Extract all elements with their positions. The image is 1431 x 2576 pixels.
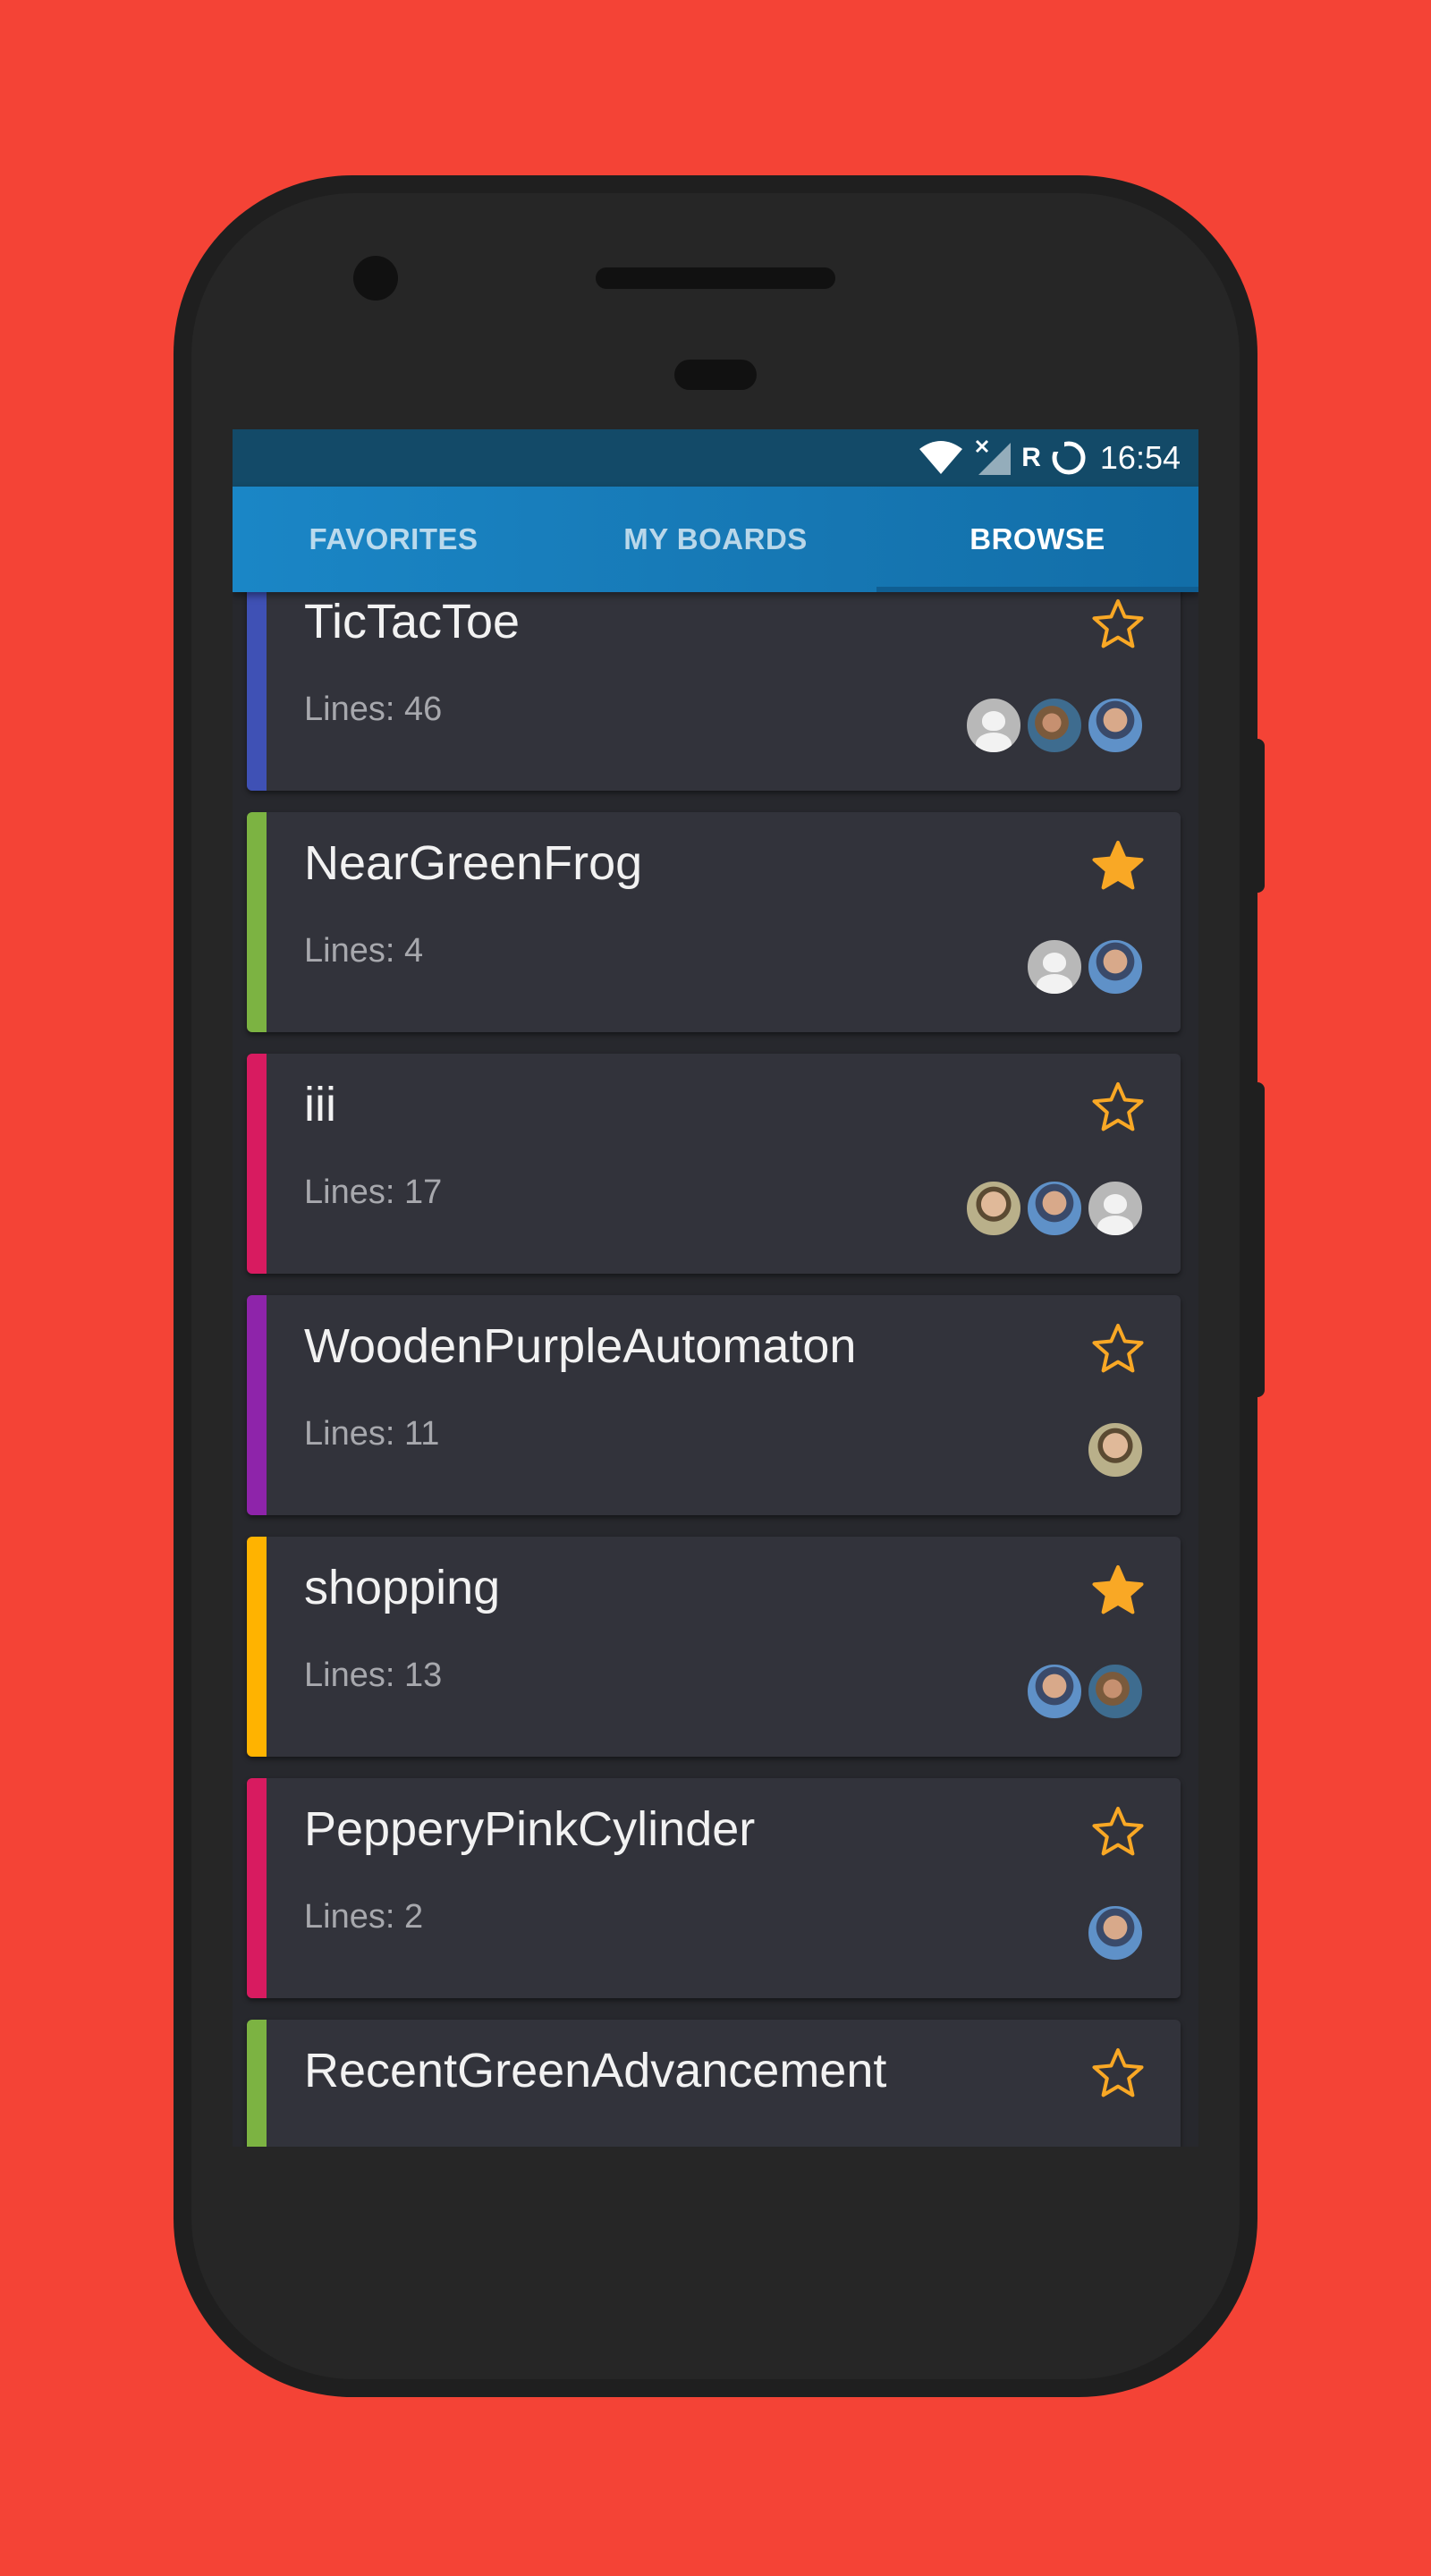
app-screen: R 16:54 FAVORITES MY BOARDS BROWSE TicTa…: [233, 429, 1198, 2147]
star-outline-icon[interactable]: [1091, 1080, 1145, 1134]
star-outline-icon[interactable]: [1091, 1805, 1145, 1859]
board-line-count: Lines: 46: [304, 691, 443, 728]
tab-browse[interactable]: BROWSE: [876, 487, 1198, 592]
avatar-placeholder-icon: [964, 696, 1023, 755]
board-card[interactable]: WoodenPurpleAutomaton Lines: 11: [247, 1295, 1181, 1515]
board-line-count: Lines: 4: [304, 932, 424, 970]
board-color-stripe: [247, 1054, 267, 1274]
board-line-count: Lines: 2: [304, 1898, 424, 1936]
tab-favorites[interactable]: FAVORITES: [233, 487, 555, 592]
sync-icon: [1052, 441, 1086, 475]
avatar: [964, 1179, 1023, 1238]
avatar: [1086, 937, 1145, 996]
board-title: PepperyPinkCylinder: [304, 1802, 756, 1856]
board-title: TicTacToe: [304, 595, 521, 648]
board-card[interactable]: shopping Lines: 13: [247, 1537, 1181, 1757]
star-outline-icon[interactable]: [1091, 1322, 1145, 1376]
tab-my-boards[interactable]: MY BOARDS: [555, 487, 876, 592]
member-avatars: [1023, 937, 1145, 996]
board-color-stripe: [247, 1295, 267, 1515]
board-card[interactable]: NearGreenFrog Lines: 4: [247, 812, 1181, 1032]
member-avatars: [962, 696, 1145, 755]
proximity-sensor: [674, 360, 757, 390]
avatar: [1086, 1903, 1145, 1962]
board-color-stripe: [247, 592, 267, 791]
member-avatars: [1084, 1903, 1145, 1962]
power-button: [1252, 739, 1265, 893]
avatar: [1025, 696, 1084, 755]
volume-button: [1252, 1082, 1265, 1397]
avatar: [1025, 1179, 1084, 1238]
member-avatars: [1023, 1662, 1145, 1721]
board-title: iii: [304, 1078, 336, 1131]
board-color-stripe: [247, 2020, 267, 2147]
earpiece-speaker: [596, 267, 835, 289]
board-card[interactable]: iii Lines: 17: [247, 1054, 1181, 1274]
board-card[interactable]: TicTacToe Lines: 46: [247, 592, 1181, 791]
front-camera: [353, 256, 398, 301]
board-title: RecentGreenAdvancement: [304, 2044, 887, 2097]
member-avatars: [1084, 1420, 1145, 1479]
avatar: [1086, 696, 1145, 755]
member-avatars: [962, 1179, 1145, 1238]
status-clock: 16:54: [1099, 439, 1181, 476]
avatar: [1086, 1662, 1145, 1721]
status-bar: R 16:54: [233, 429, 1198, 487]
board-card[interactable]: RecentGreenAdvancement: [247, 2020, 1181, 2147]
board-line-count: Lines: 17: [304, 1174, 443, 1211]
board-title: shopping: [304, 1561, 501, 1614]
tab-bar: FAVORITES MY BOARDS BROWSE: [233, 487, 1198, 592]
avatar-placeholder-icon: [1025, 937, 1084, 996]
board-title: NearGreenFrog: [304, 836, 643, 890]
star-outline-icon[interactable]: [1091, 2046, 1145, 2100]
board-color-stripe: [247, 1537, 267, 1757]
star-filled-icon[interactable]: [1091, 839, 1145, 893]
avatar-placeholder-icon: [1086, 1179, 1145, 1238]
board-color-stripe: [247, 812, 267, 1032]
avatar: [1086, 1420, 1145, 1479]
status-icons: R 16:54: [918, 429, 1181, 487]
star-outline-icon[interactable]: [1091, 597, 1145, 651]
boards-list[interactable]: TicTacToe Lines: 46 NearGreenFrog Lines: 4 i…: [233, 592, 1198, 2147]
avatar: [1025, 1662, 1084, 1721]
board-card[interactable]: PepperyPinkCylinder Lines: 2: [247, 1778, 1181, 1998]
board-line-count: Lines: 13: [304, 1657, 443, 1694]
roaming-indicator: R: [1021, 443, 1041, 472]
star-filled-icon[interactable]: [1091, 1563, 1145, 1617]
board-line-count: Lines: 11: [304, 1415, 440, 1453]
no-signal-icon: [976, 439, 1012, 475]
board-title: WoodenPurpleAutomaton: [304, 1319, 857, 1373]
board-color-stripe: [247, 1778, 267, 1998]
wifi-icon: [919, 441, 963, 474]
